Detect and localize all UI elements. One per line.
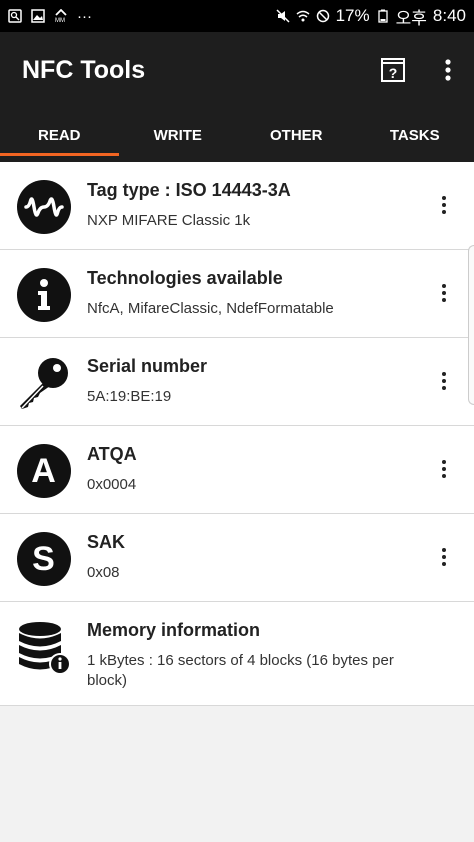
screenshot-icon <box>8 9 22 23</box>
status-bar: MM ··· 17% 오후 8:40 <box>0 0 474 32</box>
mute-icon <box>276 9 290 23</box>
battery-percent: 17% <box>335 6 370 25</box>
item-menu-icon[interactable] <box>442 460 448 478</box>
item-value: 0x08 <box>87 564 120 581</box>
overflow-menu-icon[interactable] <box>444 58 452 82</box>
more-dots-icon: ··· <box>77 7 92 25</box>
item-menu-icon[interactable] <box>442 284 448 302</box>
tab-write[interactable]: WRITE <box>119 108 238 162</box>
no-signal-icon <box>316 9 329 23</box>
side-panel-handle[interactable] <box>468 245 474 405</box>
list-item-technologies[interactable]: Technologies available NfcA, MifareClass… <box>0 250 474 338</box>
item-value: NfcA, MifareClassic, NdefFormatable <box>87 300 334 317</box>
list-item-atqa[interactable]: A ATQA 0x0004 <box>0 426 474 514</box>
key-icon <box>19 358 68 409</box>
app-title: NFC Tools <box>22 55 146 84</box>
item-value: NXP MIFARE Classic 1k <box>87 212 251 229</box>
item-menu-icon[interactable] <box>442 548 448 566</box>
list-item-sak[interactable]: S SAK 0x08 <box>0 514 474 602</box>
wave-icon <box>16 180 71 234</box>
tab-read[interactable]: READ <box>0 108 119 162</box>
item-title: Serial number <box>87 356 208 376</box>
item-value: 5A:19:BE:19 <box>87 388 172 405</box>
list-item-memory-information[interactable]: Memory information 1 kBytes : 16 sectors… <box>0 602 474 706</box>
time-period: 오후 <box>395 8 427 28</box>
database-info-icon <box>18 622 71 675</box>
tab-bar: READ WRITE OTHER TASKS <box>0 108 474 162</box>
item-value: 0x0004 <box>87 476 137 493</box>
battery-icon <box>377 9 388 23</box>
item-title: ATQA <box>87 444 137 464</box>
letter-a-icon: A <box>16 444 71 498</box>
mm-icon: MM <box>55 9 67 23</box>
item-title: Tag type : ISO 14443-3A <box>87 180 291 200</box>
app-bar: NFC Tools ? <box>0 32 474 108</box>
list-item-tag-type[interactable]: Tag type : ISO 14443-3A NXP MIFARE Class… <box>0 162 474 250</box>
tag-info-list: Tag type : ISO 14443-3A NXP MIFARE Class… <box>0 162 474 706</box>
help-book-icon[interactable]: ? <box>380 57 406 83</box>
item-title: SAK <box>87 532 126 552</box>
wifi-icon <box>296 10 310 22</box>
list-item-serial-number[interactable]: Serial number 5A:19:BE:19 <box>0 338 474 426</box>
svg-text:?: ? <box>389 65 398 81</box>
item-menu-icon[interactable] <box>442 196 448 214</box>
item-title: Technologies available <box>87 268 283 288</box>
tab-other[interactable]: OTHER <box>237 108 356 162</box>
gallery-icon <box>31 9 45 23</box>
svg-text:MM: MM <box>55 18 65 23</box>
clock: 8:40 <box>432 6 466 25</box>
item-value: 1 kBytes : 16 sectors of 4 blocks (16 by… <box>87 652 394 689</box>
item-menu-icon[interactable] <box>442 372 448 390</box>
item-title: Memory information <box>87 620 261 640</box>
tab-tasks[interactable]: TASKS <box>356 108 474 162</box>
letter-s-icon: S <box>16 532 71 586</box>
info-icon <box>16 268 71 322</box>
